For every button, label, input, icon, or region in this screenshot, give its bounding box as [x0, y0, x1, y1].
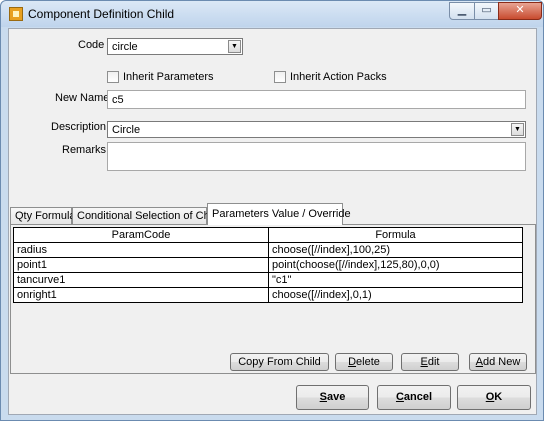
save-mnemonic: S	[319, 391, 327, 403]
save-label: ave	[326, 391, 346, 403]
column-header-formula[interactable]: Formula	[268, 227, 523, 243]
add-new-label: dd New	[483, 356, 521, 368]
description-label: Description	[51, 121, 107, 133]
save-button[interactable]: Save	[296, 385, 369, 410]
ok-label: K	[494, 391, 503, 403]
code-value: circle	[112, 41, 138, 53]
copy-from-child-button[interactable]: Copy From Child	[230, 353, 329, 371]
paramcode-cell[interactable]: onright1	[13, 287, 269, 303]
inherit-parameters-label: Inherit Parameters	[123, 71, 214, 83]
table-row[interactable]: point1 point(choose([//index],125,80),0,…	[13, 257, 523, 273]
table-row[interactable]: tancurve1 "c1"	[13, 272, 523, 288]
cancel-button[interactable]: Cancel	[377, 385, 451, 410]
column-header-paramcode[interactable]: ParamCode	[13, 227, 269, 243]
dialog-window: Component Definition Child ▁ ▭ ✕ Code ci…	[0, 0, 544, 421]
paramcode-cell[interactable]: tancurve1	[13, 272, 269, 288]
code-combobox[interactable]: circle ▼	[107, 38, 243, 55]
tab-qty-formula[interactable]: Qty Formula	[10, 207, 76, 225]
remarks-field[interactable]	[107, 142, 526, 171]
add-new-button[interactable]: Add New	[469, 353, 527, 371]
close-button[interactable]: ✕	[498, 2, 542, 20]
edit-label: dit	[427, 356, 440, 368]
tab-panel: ParamCode Formula radius choose([//index…	[10, 224, 536, 374]
ok-mnemonic: O	[485, 391, 495, 403]
formula-cell[interactable]: choose([//index],0,1)	[268, 287, 523, 303]
tab-conditional-selection[interactable]: Conditional Selection of Child	[72, 207, 221, 225]
formula-cell[interactable]: point(choose([//index],125,80),0,0)	[268, 257, 523, 273]
chevron-down-icon[interactable]: ▼	[228, 40, 241, 53]
dialog-body: Code circle ▼ Inherit Parameters Inherit…	[8, 28, 537, 415]
remarks-label: Remarks	[62, 144, 107, 156]
delete-label: elete	[356, 356, 380, 368]
description-value: Circle	[112, 124, 141, 136]
new-name-value: c5	[112, 94, 124, 106]
app-icon	[9, 7, 23, 21]
cancel-label: ancel	[403, 391, 433, 403]
edit-mnemonic: E	[420, 356, 428, 368]
copy-from-child-label: Copy From Child	[238, 356, 321, 368]
new-name-label: New Name	[55, 92, 110, 104]
formula-cell[interactable]: choose([//index],100,25)	[268, 242, 523, 258]
table-row[interactable]: onright1 choose([//index],0,1)	[13, 287, 523, 303]
add-new-mnemonic: A	[475, 356, 484, 368]
inherit-action-packs-checkbox[interactable]	[274, 71, 286, 83]
grid-header-row: ParamCode Formula	[13, 227, 523, 243]
delete-button[interactable]: Delete	[335, 353, 393, 371]
cancel-mnemonic: C	[395, 391, 404, 403]
inherit-action-packs-label: Inherit Action Packs	[290, 71, 387, 83]
ok-button[interactable]: OK	[457, 385, 531, 410]
title-bar[interactable]: Component Definition Child ▁ ▭ ✕	[1, 1, 543, 27]
chevron-down-icon[interactable]: ▼	[511, 123, 524, 136]
edit-button[interactable]: Edit	[401, 353, 459, 371]
minimize-button[interactable]: ▁	[449, 2, 475, 20]
inherit-parameters-checkbox[interactable]	[107, 71, 119, 83]
tab-strip: Qty Formula Conditional Selection of Chi…	[9, 203, 538, 225]
delete-mnemonic: D	[348, 356, 357, 368]
tab-parameters-value-override[interactable]: Parameters Value / Override	[207, 203, 351, 225]
paramcode-cell[interactable]: radius	[13, 242, 269, 258]
code-label: Code	[78, 39, 105, 51]
description-combobox[interactable]: Circle ▼	[107, 121, 526, 138]
formula-cell[interactable]: "c1"	[268, 272, 523, 288]
new-name-field[interactable]: c5	[107, 90, 526, 109]
window-title: Component Definition Child	[28, 7, 175, 21]
paramcode-cell[interactable]: point1	[13, 257, 269, 273]
parameters-grid: ParamCode Formula radius choose([//index…	[13, 227, 523, 303]
maximize-button[interactable]: ▭	[474, 2, 499, 20]
table-row[interactable]: radius choose([//index],100,25)	[13, 242, 523, 258]
